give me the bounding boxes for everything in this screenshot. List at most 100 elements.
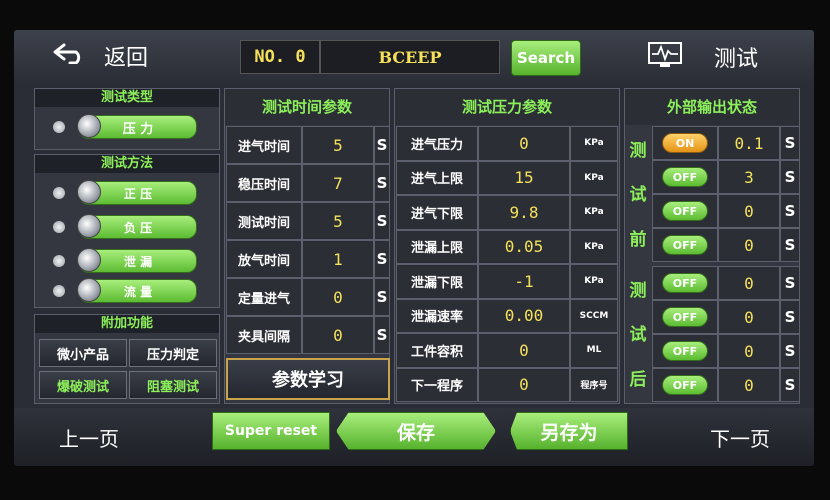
pressure-param-unit: KPa (570, 160, 618, 195)
pressure-param-value[interactable]: 9.8 (478, 195, 570, 230)
pressure-param-value[interactable]: 0 (478, 367, 570, 402)
hmi-screen: 返回 NO. 0 BCEEP Search 测试 测试类型 压 力 测试方法 正… (14, 30, 814, 466)
time-param-unit: S (374, 316, 390, 354)
test-mode-indicator[interactable]: 测试 (636, 38, 806, 76)
output-after-unit: S (780, 368, 800, 402)
radio-icon (53, 285, 65, 297)
pressure-param-value-text: 0 (519, 375, 529, 395)
output-value-text: 0 (744, 307, 754, 327)
time-param-value[interactable]: 5 (302, 126, 374, 164)
output-after-toggle[interactable]: OFF (662, 273, 708, 293)
unit-text: S (784, 342, 796, 360)
output-after-switch-cell[interactable]: OFF (652, 334, 718, 368)
super-reset-button[interactable]: Super reset (212, 412, 330, 450)
knob-icon (77, 248, 101, 272)
output-before-value[interactable]: 3 (718, 160, 780, 194)
output-before-switch-cell[interactable]: OFF (652, 160, 718, 194)
tiny-product-button[interactable]: 微小产品 (39, 339, 127, 367)
output-after-unit: S (780, 266, 800, 300)
pressure-param-label: 进气上限 (396, 160, 478, 195)
product-name[interactable]: BCEEP (320, 40, 500, 74)
output-after-toggle[interactable]: OFF (662, 307, 708, 327)
time-param-value[interactable]: 7 (302, 164, 374, 202)
back-button[interactable]: 返回 (24, 36, 214, 76)
pressure-param-value[interactable]: 15 (478, 160, 570, 195)
search-button[interactable]: Search (511, 40, 581, 76)
time-param-value[interactable]: 5 (302, 202, 374, 240)
pressure-param-value[interactable]: 0 (478, 126, 570, 161)
output-after-switch-cell[interactable]: OFF (652, 368, 718, 402)
time-param-label: 进气时间 (226, 126, 302, 164)
output-before-switch-cell[interactable]: OFF (652, 194, 718, 228)
time-param-unit: S (374, 278, 390, 316)
output-after-toggle[interactable]: OFF (662, 341, 708, 361)
pressure-param-value[interactable]: -1 (478, 264, 570, 299)
prev-page-button[interactable]: 上一页 (20, 416, 158, 458)
method-option-1[interactable]: 负 压 (35, 211, 219, 245)
unit-text: S (784, 236, 796, 254)
pressure-param-value-text: 9.8 (509, 202, 539, 222)
block-test-button[interactable]: 阻塞测试 (129, 371, 217, 399)
output-before-switch-cell[interactable]: OFF (652, 228, 718, 262)
knob-icon (77, 214, 101, 238)
output-after-value[interactable]: 0 (718, 266, 780, 300)
output-after-switch-cell[interactable]: OFF (652, 266, 718, 300)
pressure-param-unit: KPa (570, 126, 618, 161)
test-type-row[interactable]: 压 力 (35, 107, 219, 149)
output-after-toggle[interactable]: OFF (662, 375, 708, 395)
parameter-learning-button[interactable]: 参数学习 (226, 358, 390, 400)
output-before-toggle[interactable]: OFF (662, 201, 708, 221)
pressure-param-value-text: 0 (519, 133, 529, 153)
pressure-param-value-text: 0.00 (504, 306, 544, 326)
method-option-0[interactable]: 正 压 (35, 177, 219, 211)
radio-icon (53, 187, 65, 199)
time-param-unit: S (374, 164, 390, 202)
save-as-button[interactable]: 另存为 (510, 412, 628, 450)
pressure-param-value[interactable]: 0 (478, 333, 570, 368)
extra-functions-panel: 附加功能 微小产品 压力判定 爆破测试 阻塞测试 (34, 314, 220, 404)
time-param-value-text: 5 (333, 211, 343, 231)
unit-text: KPa (584, 276, 604, 287)
pressure-param-unit: KPa (570, 264, 618, 299)
unit-text: 程序号 (580, 381, 608, 392)
pressure-param-unit: KPa (570, 195, 618, 230)
unit-text: S (784, 274, 796, 292)
output-before-toggle[interactable]: OFF (662, 235, 708, 255)
output-before-unit: S (780, 194, 800, 228)
output-status-title: 外部输出状态 (625, 89, 799, 125)
time-param-value[interactable]: 1 (302, 240, 374, 278)
output-after-value[interactable]: 0 (718, 334, 780, 368)
pressure-param-value[interactable]: 0.05 (478, 229, 570, 264)
pressure-param-value-text: -1 (514, 271, 534, 291)
pressure-param-value-text: 0 (519, 340, 529, 360)
pressure-param-unit: ML (570, 333, 618, 368)
output-value-text: 0.1 (734, 133, 764, 153)
save-button[interactable]: 保存 (336, 412, 496, 450)
unit-text: S (376, 288, 388, 306)
output-before-value[interactable]: 0 (718, 194, 780, 228)
program-number[interactable]: NO. 0 (240, 40, 320, 74)
method-option-2[interactable]: 泄 漏 (35, 245, 219, 279)
output-before-value[interactable]: 0.1 (718, 126, 780, 160)
output-after-value[interactable]: 0 (718, 368, 780, 402)
knob-icon (77, 278, 101, 302)
before-test-label: 测 试 前 (629, 140, 647, 251)
output-after-switch-cell[interactable]: OFF (652, 300, 718, 334)
unit-text: KPa (584, 241, 604, 252)
output-before-switch-cell[interactable]: ON (652, 126, 718, 160)
time-param-value[interactable]: 0 (302, 278, 374, 316)
output-after-unit: S (780, 334, 800, 368)
output-before-value[interactable]: 0 (718, 228, 780, 262)
pressure-judge-button[interactable]: 压力判定 (129, 339, 217, 367)
output-before-toggle[interactable]: ON (662, 133, 708, 153)
next-page-button[interactable]: 下一页 (672, 416, 808, 458)
output-value-text: 3 (744, 167, 754, 187)
pressure-param-value[interactable]: 0.00 (478, 298, 570, 333)
output-before-toggle[interactable]: OFF (662, 167, 708, 187)
method-option-3[interactable]: 流 量 (35, 275, 219, 307)
burst-test-button[interactable]: 爆破测试 (39, 371, 127, 399)
unit-text: S (784, 308, 796, 326)
time-param-label: 测试时间 (226, 202, 302, 240)
time-param-value[interactable]: 0 (302, 316, 374, 354)
output-after-value[interactable]: 0 (718, 300, 780, 334)
